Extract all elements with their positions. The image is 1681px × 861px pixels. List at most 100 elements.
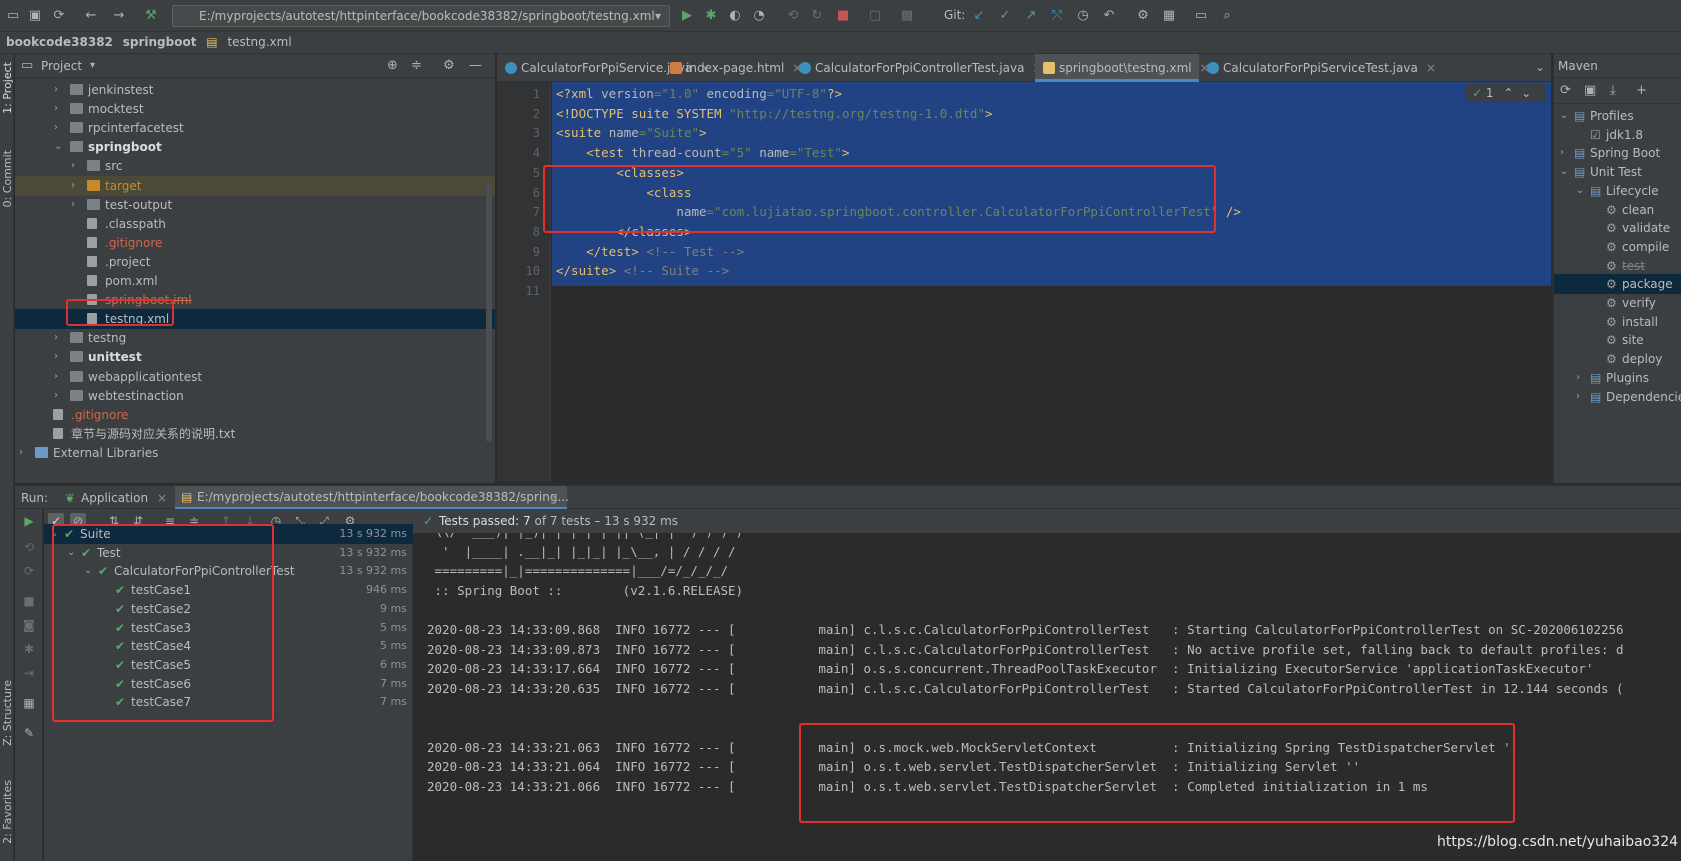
run-tab-testng[interactable]: ▤ E:/myprojects/autotest/httpinterface/b…	[175, 486, 569, 510]
toggle-auto-test-icon[interactable]: ⟳	[21, 563, 37, 579]
project-tool-tab[interactable]: 1: Project	[1, 62, 14, 114]
project-tree-row[interactable]: › unittest	[15, 347, 495, 367]
maven-tree-row[interactable]: ⌄ ▤ Unit Test	[1554, 162, 1681, 182]
editor-tab[interactable]: index-page.html ×	[662, 54, 802, 82]
project-tree-row[interactable]: › testng	[15, 328, 495, 348]
project-tree-row[interactable]: › mocktest	[15, 99, 495, 119]
breadcrumb-item[interactable]: springboot	[123, 35, 197, 49]
forward-icon[interactable]: →	[110, 7, 128, 25]
collapse-all-icon[interactable]: ≑	[411, 58, 422, 73]
git-commit-icon[interactable]: ✓	[996, 7, 1014, 25]
code-line[interactable]: </suite> <!-- Suite -->	[556, 261, 729, 281]
project-panel-title[interactable]: Project	[41, 59, 82, 73]
chevron-right-icon[interactable]: ›	[71, 176, 81, 196]
chevron-right-icon[interactable]: ›	[54, 328, 64, 348]
chevron-down-icon[interactable]: ⌄	[1521, 86, 1531, 100]
maven-tree-row[interactable]: › ▤ Spring Boot	[1554, 143, 1681, 163]
project-structure-icon[interactable]: ▦	[1160, 7, 1178, 25]
code-line[interactable]: <test thread-count="5" name="Test">	[556, 143, 849, 163]
run-icon[interactable]: ▶	[678, 7, 696, 25]
chevron-down-icon[interactable]: ⌄	[1576, 181, 1584, 201]
folder-open-icon[interactable]: ▭	[4, 7, 22, 25]
gear-icon[interactable]: ⚙	[443, 58, 455, 73]
download-icon[interactable]: ⤓	[1610, 83, 1616, 98]
project-tree-row[interactable]: .classpath	[15, 214, 495, 234]
rerun-icon[interactable]: ↻	[808, 7, 826, 25]
run-config-selector[interactable]: E:/myprojects/autotest/httpinterface/boo…	[172, 5, 670, 27]
project-scrollbar[interactable]	[486, 182, 492, 442]
git-push-icon[interactable]: ↗	[1022, 7, 1040, 25]
project-tree-row[interactable]: 章节与源码对应关系的说明.txt	[15, 424, 495, 444]
chevron-right-icon[interactable]: ›	[1560, 143, 1564, 163]
project-tree-row[interactable]: ⌄ springboot	[15, 137, 495, 157]
structure-tool-tab[interactable]: Z: Structure	[1, 680, 14, 746]
maven-tree-row[interactable]: ⚙ site	[1554, 330, 1681, 350]
debug-icon[interactable]: ✱	[21, 641, 37, 657]
maven-tree-row[interactable]: ⚙ install	[1554, 312, 1681, 332]
rollback-icon[interactable]: ↶	[1100, 7, 1118, 25]
search-icon[interactable]: ⌕	[1218, 7, 1236, 25]
chevron-right-icon[interactable]: ›	[71, 156, 81, 176]
pin-icon[interactable]: ✎	[21, 725, 37, 741]
project-tree-row[interactable]: pom.xml	[15, 271, 495, 291]
editor-tab[interactable]: CalculatorForPpiControllerTest.java×	[791, 54, 1043, 82]
favorites-tool-tab[interactable]: 2: Favorites	[1, 780, 14, 844]
chevron-right-icon[interactable]: ›	[71, 195, 81, 215]
minimize-icon[interactable]: —	[469, 58, 482, 73]
save-icon[interactable]: ▣	[26, 7, 44, 25]
build-hammer-icon[interactable]: ⚒	[142, 7, 160, 25]
maven-tree-row[interactable]: › ▤ Plugins	[1554, 368, 1681, 388]
code-lines[interactable]: <?xml version="1.0" encoding="UTF-8"?> <!…	[552, 82, 1551, 482]
code-line[interactable]: <suite name="Suite">	[556, 123, 707, 143]
close-icon[interactable]: ×	[157, 486, 167, 510]
project-tree-row[interactable]: › test-output	[15, 195, 495, 215]
run-tab-application[interactable]: Application	[81, 486, 148, 510]
profile-icon[interactable]: ◔	[750, 7, 768, 25]
history-icon[interactable]: ◷	[1074, 7, 1092, 25]
chevron-right-icon[interactable]: ›	[54, 118, 64, 138]
wrench-icon[interactable]: ⚙	[1134, 7, 1152, 25]
project-tree-row[interactable]: .project	[15, 252, 495, 272]
presentation-icon[interactable]: ▭	[1192, 7, 1210, 25]
git-update-icon[interactable]: ↙	[970, 7, 988, 25]
chevron-right-icon[interactable]: ›	[54, 99, 64, 119]
maven-tree-row[interactable]: › ▤ Dependencies	[1554, 387, 1681, 407]
maven-tree-row[interactable]: ☑ jdk1.8	[1554, 125, 1681, 145]
back-icon[interactable]: ←	[82, 7, 100, 25]
breadcrumb-item[interactable]: testng.xml	[227, 35, 291, 49]
editor-tab[interactable]: springboot\testng.xml ×	[1035, 54, 1210, 82]
maven-tree-row[interactable]: ⌄ ▤ Profiles	[1554, 106, 1681, 126]
maven-tree-row[interactable]: ⚙ verify	[1554, 293, 1681, 313]
add-icon[interactable]: +	[1636, 83, 1647, 98]
project-tree-row[interactable]: › target	[15, 175, 495, 196]
chevron-down-icon[interactable]: ▾	[90, 60, 95, 71]
project-tree-row[interactable]: › src	[15, 156, 495, 176]
debug-icon[interactable]: ✱	[702, 7, 720, 25]
maven-tree-row[interactable]: ⚙ validate	[1554, 218, 1681, 238]
code-line[interactable]: <!DOCTYPE suite SYSTEM "http://testng.or…	[556, 104, 993, 124]
close-icon[interactable]: ×	[1426, 61, 1436, 75]
chevron-right-icon[interactable]: ›	[54, 347, 64, 367]
project-tree-row[interactable]: › webtestinaction	[15, 386, 495, 406]
reload-icon[interactable]: ⟳	[1560, 83, 1571, 98]
attach-icon[interactable]: ⟲	[784, 7, 802, 25]
inspection-widget[interactable]: ✓ 1 ⌃ ⌄	[1466, 84, 1546, 102]
chevron-right-icon[interactable]: ›	[54, 386, 64, 406]
project-tree-row[interactable]: › External Libraries	[15, 443, 495, 463]
editor-tab[interactable]: CalculatorForPpiService.java ×	[497, 54, 710, 82]
chevron-right-icon[interactable]: ›	[1576, 387, 1580, 407]
project-tree-row[interactable]: › webapplicationtest	[15, 367, 495, 387]
stop-icon[interactable]: ■	[21, 593, 37, 609]
project-tree-row[interactable]: › rpcinterfacetest	[15, 118, 495, 138]
code-line[interactable]: <?xml version="1.0" encoding="UTF-8"?>	[556, 84, 842, 104]
exit-icon[interactable]: ⇥	[21, 665, 37, 681]
breadcrumb-item[interactable]: bookcode38382	[6, 35, 113, 49]
code-line[interactable]: </test> <!-- Test -->	[556, 242, 744, 262]
layout-icon[interactable]: ▦	[21, 695, 37, 711]
chevron-down-icon[interactable]: ⌄	[54, 137, 64, 157]
maven-tree-row[interactable]: ⚙ compile	[1554, 237, 1681, 257]
git-merge-icon[interactable]: ⤲	[1048, 7, 1066, 25]
chevron-down-icon[interactable]: ⌄	[1560, 106, 1568, 126]
camera-icon[interactable]: ◙	[21, 617, 37, 633]
maven-tree-row[interactable]: ⚙ package	[1554, 274, 1681, 295]
